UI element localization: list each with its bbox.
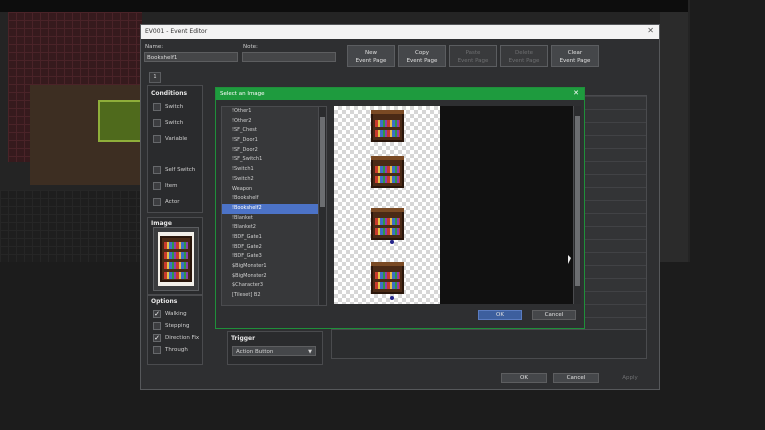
condition-checkbox-label: Item xyxy=(165,183,178,189)
file-list-item[interactable]: $BigMonster2 xyxy=(222,272,326,282)
condition-checkbox-label: Variable xyxy=(165,136,188,142)
dialog-ok-button[interactable]: OK xyxy=(478,310,522,320)
file-list-item[interactable]: !SF_Switch1 xyxy=(222,155,326,165)
note-field[interactable] xyxy=(242,52,336,62)
editor-titlebar[interactable]: EV001 - Event Editor ✕ xyxy=(141,25,659,39)
trigger-value: Action Button xyxy=(236,349,274,355)
file-list-item[interactable]: !Other1 xyxy=(222,107,326,117)
file-list-item[interactable]: !SF_Door1 xyxy=(222,136,326,146)
contents-list[interactable] xyxy=(581,95,647,359)
file-list-item[interactable]: !Blanket2 xyxy=(222,223,326,233)
bookshelf-sprite xyxy=(371,110,404,142)
copy-event-page-button[interactable]: Copy Event Page xyxy=(398,45,446,67)
image-title: Image xyxy=(151,220,172,227)
image-preview xyxy=(158,232,194,286)
file-list-item[interactable]: !Switch2 xyxy=(222,175,326,185)
dialog-titlebar[interactable]: Select an Image ✕ xyxy=(216,88,584,100)
clear-event-page-button[interactable]: Clear Event Page xyxy=(551,45,599,67)
file-list-item[interactable]: !Blanket xyxy=(222,214,326,224)
checkbox-icon[interactable] xyxy=(153,119,161,127)
file-list-item[interactable]: !Bookshelf2 xyxy=(222,203,326,214)
checkbox-icon[interactable] xyxy=(153,182,161,190)
scrollbar-thumb[interactable] xyxy=(575,116,580,286)
checkbox-icon[interactable] xyxy=(153,346,161,354)
file-list-item[interactable]: $Character3 xyxy=(222,281,326,291)
tab-page-1[interactable]: 1 xyxy=(149,72,161,83)
option-checkbox-label: Through xyxy=(165,347,188,353)
checkbox-icon[interactable] xyxy=(153,103,161,111)
map-floor-area xyxy=(0,190,140,262)
checkbox-icon[interactable] xyxy=(153,135,161,143)
select-image-dialog: Select an Image ✕ !Other1 !Other2 !SF_Ches… xyxy=(215,87,585,329)
sprite-marker xyxy=(390,296,394,300)
image-selector[interactable] xyxy=(153,227,199,291)
file-list-item[interactable]: $BigMonster1 xyxy=(222,262,326,272)
file-list-item[interactable]: !SF_Chest xyxy=(222,126,326,136)
bookshelf-sprite xyxy=(371,156,404,188)
note-label: Note: xyxy=(243,44,258,50)
sprite-marker xyxy=(390,240,394,244)
checkbox-icon[interactable] xyxy=(153,322,161,330)
name-label: Name: xyxy=(145,44,164,50)
dialog-cancel-button[interactable]: Cancel xyxy=(532,310,576,320)
option-checkbox-label: Direction Fix xyxy=(165,335,200,341)
file-list-scrollbar[interactable] xyxy=(318,107,326,305)
new-event-page-button[interactable]: New Event Page xyxy=(347,45,395,67)
image-preview-area[interactable] xyxy=(334,106,581,304)
file-list-item[interactable]: [Tileset] B2 xyxy=(222,291,326,301)
bookshelf-sprite xyxy=(160,236,192,282)
contents-footer-area xyxy=(331,329,647,359)
editor-title: EV001 - Event Editor xyxy=(145,28,208,35)
option-checkbox-label: Walking xyxy=(165,311,187,317)
dialog-title: Select an Image xyxy=(220,91,265,97)
map-selected-tile[interactable] xyxy=(98,100,142,142)
condition-checkbox-label: Actor xyxy=(165,199,180,205)
scrollbar-thumb[interactable] xyxy=(320,117,325,207)
trigger-title: Trigger xyxy=(231,335,256,342)
checkbox-checked-icon[interactable]: ✓ xyxy=(153,334,161,342)
file-list-item[interactable]: !SF_Door2 xyxy=(222,146,326,156)
image-file-list[interactable]: !Other1 !Other2 !SF_Chest !SF_Door1 !SF_Door… xyxy=(221,106,327,306)
ok-button[interactable]: OK xyxy=(501,373,547,383)
condition-checkbox-label: Switch xyxy=(165,120,184,126)
conditions-title: Conditions xyxy=(151,90,188,97)
checkbox-icon[interactable] xyxy=(153,166,161,174)
delete-event-page-button[interactable]: Delete Event Page xyxy=(500,45,548,67)
file-list-item[interactable]: !Other2 xyxy=(222,117,326,127)
checkbox-checked-icon[interactable]: ✓ xyxy=(153,310,161,318)
condition-checkbox-label: Switch xyxy=(165,104,184,110)
bookshelf-sprite xyxy=(371,208,404,240)
file-list-item[interactable]: !BDF_Gate2 xyxy=(222,243,326,253)
close-icon[interactable]: ✕ xyxy=(647,26,654,35)
file-list-item[interactable]: !BDF_Gate1 xyxy=(222,233,326,243)
apply-button[interactable]: Apply xyxy=(607,373,653,383)
close-icon[interactable]: ✕ xyxy=(573,89,579,97)
chevron-down-icon: ▼ xyxy=(308,349,312,355)
option-checkbox-label: Stepping xyxy=(165,323,190,329)
trigger-select[interactable]: Action Button ▼ xyxy=(232,346,316,356)
file-list-item[interactable]: !Switch1 xyxy=(222,165,326,175)
options-panel xyxy=(147,295,203,365)
bookshelf-sprite xyxy=(371,262,404,294)
checkbox-icon[interactable] xyxy=(153,198,161,206)
file-list-item[interactable]: !Bookshelf xyxy=(222,194,326,204)
map-top-strip xyxy=(0,0,688,12)
condition-checkbox-label: Self Switch xyxy=(165,167,196,173)
file-list-item[interactable]: !BDF_Gate3 xyxy=(222,252,326,262)
name-field[interactable]: Bookshelf1 xyxy=(144,52,238,62)
options-title: Options xyxy=(151,298,178,305)
transparency-checkerboard xyxy=(334,106,440,304)
map-right-strip xyxy=(660,12,688,262)
preview-scrollbar[interactable] xyxy=(573,106,581,304)
mouse-pointer-icon xyxy=(568,255,571,264)
file-list-item[interactable]: Weapon xyxy=(222,185,326,195)
cancel-button[interactable]: Cancel xyxy=(553,373,599,383)
paste-event-page-button[interactable]: Paste Event Page xyxy=(449,45,497,67)
